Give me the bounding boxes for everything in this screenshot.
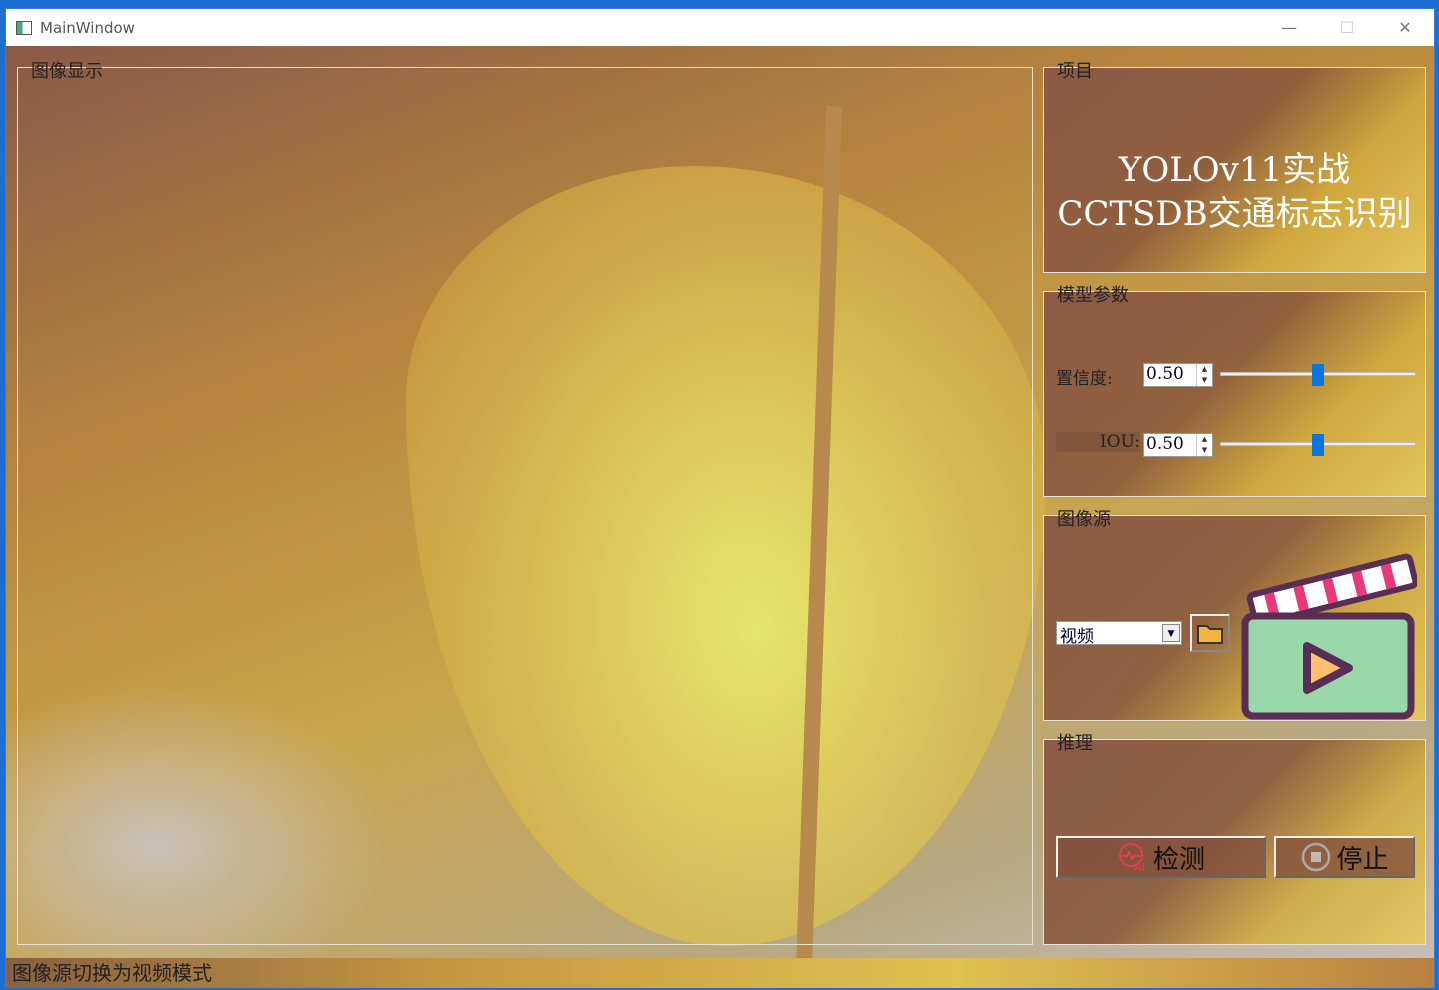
project-group: 项目 YOLOv11实战 CCTSDB交通标志识别 (1043, 61, 1426, 273)
central-widget: 图像显示 项目 YOLOv11实战 CCTSDB交通标志识别 模型参数 置信度:… (6, 46, 1434, 988)
iou-value: 0.50 (1146, 434, 1184, 454)
image-display-label: 图像显示 (31, 61, 103, 82)
svg-text:AI: AI (1134, 861, 1145, 873)
window-title: MainWindow (40, 18, 135, 37)
slider-handle[interactable] (1312, 364, 1324, 386)
folder-icon (1197, 625, 1223, 644)
status-message: 图像源切换为视频模式 (12, 961, 212, 985)
ai-detect-icon: AI (1118, 843, 1145, 873)
project-label: 项目 (1057, 61, 1093, 82)
status-bar: 图像源切换为视频模式 (6, 958, 1434, 988)
inference-group: 推理 AI 检测 停止 (1043, 733, 1426, 945)
iou-label: IOU: (1056, 432, 1140, 452)
iou-slider[interactable] (1220, 434, 1416, 456)
clapperboard-play-icon[interactable] (1239, 546, 1417, 724)
stop-icon (1302, 842, 1331, 872)
confidence-value: 0.50 (1146, 364, 1184, 384)
detect-label: 检测 (1152, 844, 1205, 875)
image-source-group: 图像源 视频 ▼ (1043, 509, 1426, 724)
spin-arrows-icon[interactable]: ▲ ▼ (1196, 434, 1212, 456)
confidence-slider[interactable] (1220, 364, 1416, 386)
model-params-label: 模型参数 (1057, 285, 1129, 306)
detect-button[interactable]: AI 检测 (1056, 836, 1266, 878)
title-bar: MainWindow — ☐ ✕ (6, 9, 1434, 46)
spin-arrows-icon[interactable]: ▲ ▼ (1196, 364, 1212, 386)
confidence-spinbox[interactable]: 0.50 ▲ ▼ (1143, 363, 1213, 387)
main-window: MainWindow — ☐ ✕ 图像显示 项目 YOLOv11实战 CCTSD… (5, 8, 1435, 988)
source-combobox[interactable]: 视频 ▼ (1056, 621, 1182, 647)
project-title-line2: CCTSDB交通标志识别 (1057, 194, 1412, 234)
inference-label: 推理 (1057, 733, 1093, 754)
slider-handle[interactable] (1312, 434, 1324, 456)
source-selected: 视频 (1060, 627, 1094, 647)
open-file-button[interactable] (1190, 614, 1230, 652)
model-params-group: 模型参数 置信度: 0.50 ▲ ▼ IOU: 0.50 ▲ ▼ (1043, 285, 1426, 497)
close-button[interactable]: ✕ (1382, 15, 1428, 41)
project-title-line1: YOLOv11实战 (1118, 150, 1351, 190)
app-icon (16, 20, 32, 35)
image-display-group: 图像显示 (17, 61, 1033, 945)
chevron-down-icon[interactable]: ▼ (1162, 624, 1180, 642)
confidence-label: 置信度: (1056, 369, 1113, 389)
stop-button[interactable]: 停止 (1274, 836, 1415, 878)
maximize-button[interactable]: ☐ (1324, 15, 1370, 41)
minimize-button[interactable]: — (1266, 15, 1312, 41)
iou-spinbox[interactable]: 0.50 ▲ ▼ (1143, 433, 1213, 457)
project-title: YOLOv11实战 CCTSDB交通标志识别 (1044, 148, 1425, 236)
image-source-label: 图像源 (1057, 509, 1111, 530)
stop-label: 停止 (1336, 844, 1389, 875)
